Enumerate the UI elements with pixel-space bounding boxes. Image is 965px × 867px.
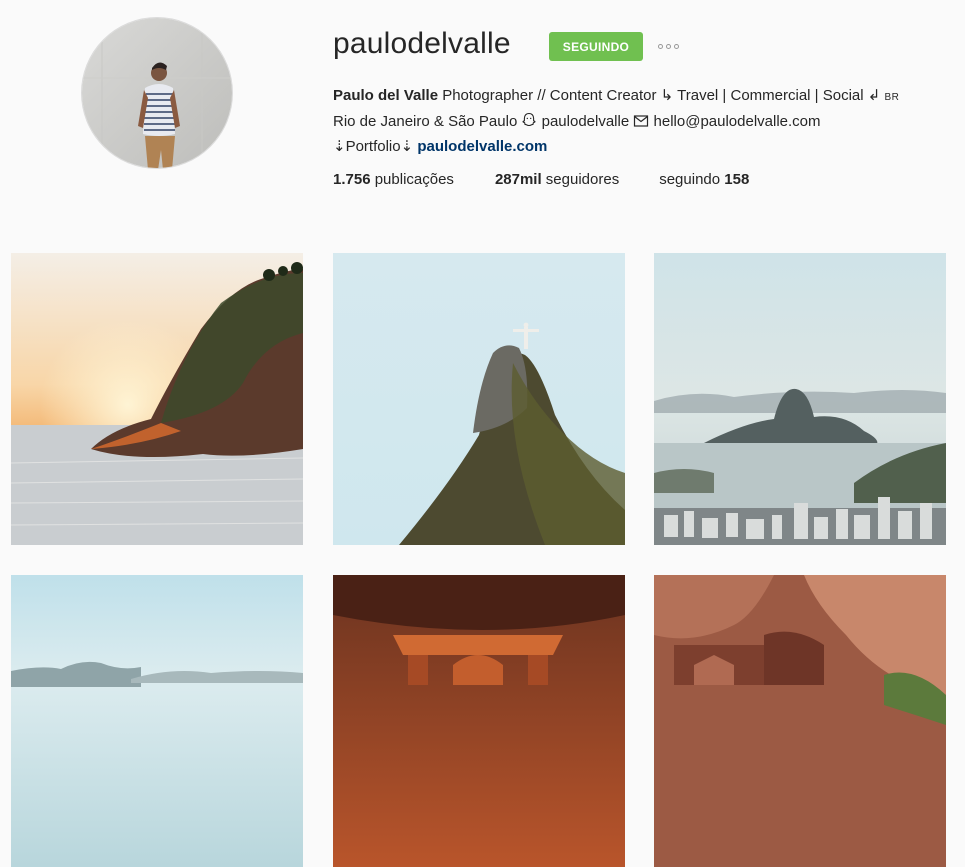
- following-count[interactable]: seguindo 158: [659, 171, 749, 188]
- followers-label: seguidores: [541, 171, 620, 188]
- bio-line-1: Paulo del Valle Photographer // Content …: [333, 84, 958, 110]
- ellipsis-dot: [666, 43, 671, 49]
- following-number: 158: [724, 171, 750, 188]
- envelope-icon: [633, 112, 649, 136]
- sunset-rock-photo: [11, 253, 303, 545]
- full-name: Paulo del Valle: [333, 87, 439, 104]
- bio-description: Photographer // Content Creator ↳ Travel…: [438, 87, 885, 104]
- bio: Paulo del Valle Photographer // Content …: [333, 84, 958, 159]
- post-thumbnail[interactable]: [333, 253, 625, 545]
- avatar[interactable]: [81, 17, 233, 169]
- country-flag: BR: [884, 92, 900, 103]
- post-thumbnail[interactable]: [11, 575, 303, 867]
- username: paulodelvalle: [333, 27, 511, 60]
- profile-photo: [82, 18, 232, 168]
- following-button[interactable]: SEGUINDO: [549, 32, 643, 61]
- christ-redeemer-photo: [333, 253, 625, 545]
- bio-line-2: Rio de Janeiro & São Paulo paulodelvalle…: [333, 110, 958, 136]
- posts-label: publicações: [370, 171, 454, 188]
- rio-bay-photo: [654, 253, 946, 545]
- post-thumbnail[interactable]: [654, 253, 946, 545]
- ellipsis-dot: [658, 43, 663, 49]
- posts-count: 1.756 publicações: [333, 171, 454, 188]
- ellipsis-icon[interactable]: [658, 39, 684, 53]
- bio-snapchat: paulodelvalle: [537, 112, 634, 130]
- posts-number: 1.756: [333, 171, 371, 188]
- followers-count[interactable]: 287mil seguidores: [495, 171, 619, 188]
- ellipsis-dot: [674, 43, 679, 49]
- petra-facade-photo: [333, 575, 625, 867]
- coast-mountains-photo: [11, 575, 303, 867]
- post-thumbnail[interactable]: [333, 575, 625, 867]
- portfolio-label: ⇣Portfolio⇣: [333, 138, 418, 155]
- bio-email: hello@paulodelvalle.com: [649, 112, 821, 130]
- website-link[interactable]: paulodelvalle.com: [417, 138, 547, 155]
- bio-location: Rio de Janeiro & São Paulo: [333, 112, 522, 130]
- post-thumbnail[interactable]: [11, 253, 303, 545]
- bio-line-3: ⇣Portfolio⇣ paulodelvalle.com: [333, 135, 958, 159]
- petra-cliff-photo: [654, 575, 946, 867]
- profile-stats: 1.756 publicações 287mil seguidores segu…: [333, 171, 749, 188]
- post-thumbnail[interactable]: [654, 575, 946, 867]
- ghost-icon: [521, 112, 537, 136]
- followers-number: 287mil: [494, 171, 542, 188]
- following-label: seguindo: [659, 171, 725, 188]
